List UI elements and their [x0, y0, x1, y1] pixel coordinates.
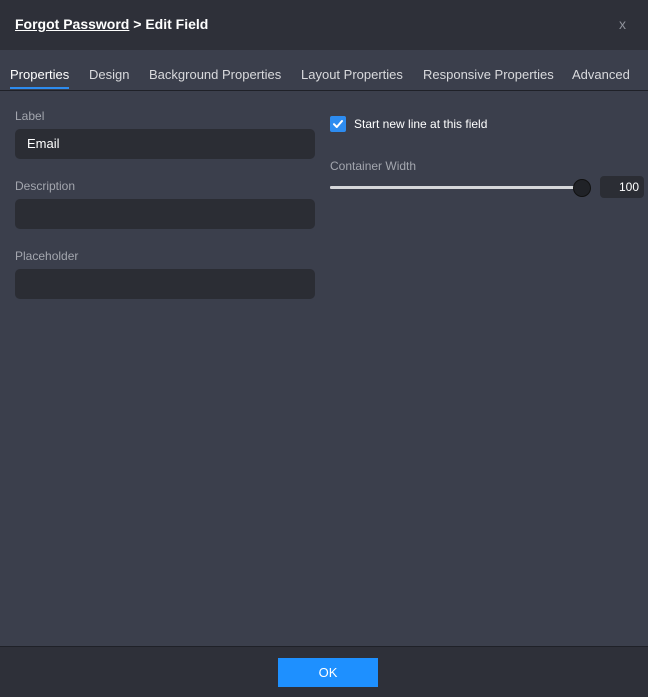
slider-fill: [330, 186, 582, 189]
page-title: Forgot Password > Edit Field: [15, 16, 208, 32]
tab-layout-properties[interactable]: Layout Properties: [301, 67, 403, 82]
tab-design[interactable]: Design: [89, 67, 129, 82]
active-tab-indicator: [10, 87, 69, 89]
tab-properties[interactable]: Properties: [10, 67, 69, 82]
label-input[interactable]: Email: [15, 129, 315, 159]
new-line-checkbox[interactable]: [330, 116, 346, 132]
slider-handle[interactable]: [573, 179, 591, 197]
checkmark-icon: [333, 120, 343, 128]
container-width-title: Container Width: [330, 159, 417, 173]
tab-background-properties[interactable]: Background Properties: [149, 67, 281, 82]
description-field-title: Description: [15, 179, 76, 193]
breadcrumb-current: > Edit Field: [129, 16, 209, 32]
dialog-footer: OK: [0, 646, 648, 697]
tab-advanced[interactable]: Advanced: [572, 67, 630, 82]
tab-bar: Properties Design Background Properties …: [0, 50, 648, 91]
container-width-value[interactable]: 100: [600, 176, 644, 198]
placeholder-input[interactable]: [15, 269, 315, 299]
description-input[interactable]: [15, 199, 315, 229]
placeholder-field-title: Placeholder: [15, 249, 79, 263]
new-line-label: Start new line at this field: [354, 117, 488, 131]
breadcrumb-link[interactable]: Forgot Password: [15, 16, 129, 32]
tab-responsive-properties[interactable]: Responsive Properties: [423, 67, 554, 82]
container-width-slider[interactable]: [330, 186, 582, 189]
label-field-title: Label: [15, 109, 45, 123]
close-icon[interactable]: x: [619, 16, 626, 32]
ok-button[interactable]: OK: [278, 658, 378, 687]
dialog-header: Forgot Password > Edit Field x: [0, 0, 648, 50]
